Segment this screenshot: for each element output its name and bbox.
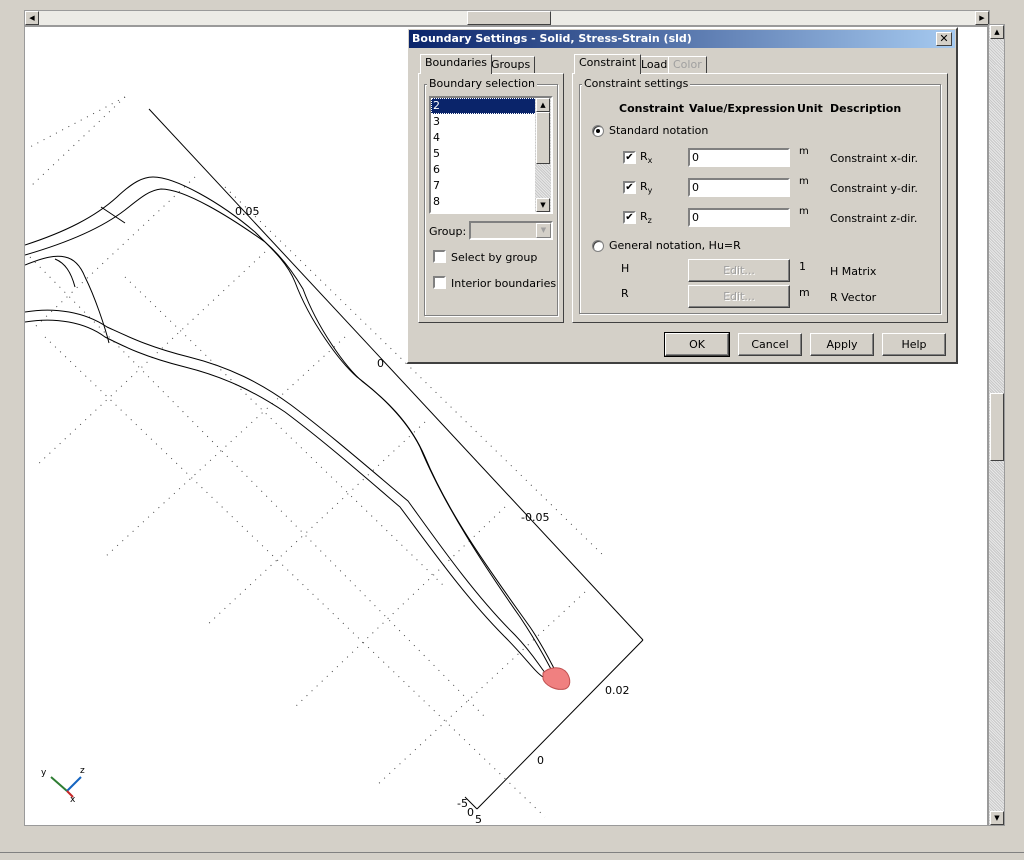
- h-matrix-description: H Matrix: [830, 265, 877, 278]
- scroll-down-icon[interactable]: ▼: [536, 198, 550, 212]
- h-matrix-unit: 1: [799, 260, 806, 273]
- scroll-up-icon[interactable]: ▲: [990, 25, 1004, 39]
- scroll-right-icon[interactable]: ▶: [975, 11, 989, 25]
- constraint-z-description: Constraint z-dir.: [830, 212, 918, 225]
- dialog-title: Boundary Settings - Solid, Stress-Strain…: [412, 32, 692, 45]
- selected-boundary-highlight: [542, 667, 571, 690]
- tick-label: 0: [537, 754, 544, 767]
- help-button[interactable]: Help: [882, 333, 946, 356]
- list-item[interactable]: 6: [431, 162, 551, 178]
- list-item[interactable]: 7: [431, 178, 551, 194]
- status-bar: [0, 852, 1024, 860]
- boundary-settings-dialog: Boundary Settings - Solid, Stress-Strain…: [406, 27, 958, 364]
- horizontal-scroll-thumb[interactable]: [467, 11, 551, 25]
- scroll-left-icon[interactable]: ◀: [25, 11, 39, 25]
- tab-groups[interactable]: Groups: [486, 56, 536, 74]
- list-item[interactable]: 3: [431, 114, 551, 130]
- standard-notation-radio[interactable]: [592, 125, 604, 137]
- vertical-scrollbar[interactable]: ▲ ▼: [988, 24, 1005, 826]
- tab-load[interactable]: Load: [636, 56, 673, 74]
- header-unit: Unit: [797, 102, 823, 115]
- horizontal-scrollbar[interactable]: ◀ ▶: [24, 10, 990, 26]
- tick-label: -0.05: [521, 511, 549, 524]
- apply-button[interactable]: Apply: [810, 333, 874, 356]
- boundary-selection-label: Boundary selection: [427, 77, 537, 90]
- r-vector-unit: m: [799, 286, 810, 299]
- interior-boundaries-checkbox[interactable]: [433, 276, 446, 289]
- constraint-x-input[interactable]: 0: [688, 148, 790, 167]
- constraint-x-unit: m: [799, 146, 809, 157]
- r-vector-description: R Vector: [830, 291, 877, 304]
- general-notation-radio[interactable]: [592, 240, 604, 252]
- constraint-settings-label: Constraint settings: [582, 77, 691, 90]
- list-item[interactable]: 4: [431, 130, 551, 146]
- select-by-group-checkbox[interactable]: [433, 250, 446, 263]
- list-item[interactable]: 2: [431, 98, 551, 114]
- constraint-z-unit: m: [799, 206, 809, 217]
- header-constraint: Constraint: [619, 102, 684, 115]
- constraint-x-name: Rx: [640, 150, 653, 165]
- constraint-y-checkbox[interactable]: ✔: [623, 181, 636, 194]
- svg-text:z: z: [80, 766, 85, 776]
- constraint-x-checkbox[interactable]: ✔: [623, 151, 636, 164]
- constraint-z-name: Rz: [640, 210, 652, 225]
- edit-h-button: Edit...: [688, 259, 790, 282]
- list-item[interactable]: 5: [431, 146, 551, 162]
- tick-label: 0.05: [235, 205, 260, 218]
- svg-text:x: x: [70, 795, 76, 805]
- interior-boundaries-label: Interior boundaries: [451, 277, 557, 290]
- header-description: Description: [830, 102, 902, 115]
- tick-label: 0.02: [605, 684, 630, 697]
- tab-color: Color: [668, 56, 707, 74]
- svg-text:y: y: [41, 768, 47, 778]
- ok-button[interactable]: OK: [664, 332, 730, 357]
- constraint-y-description: Constraint y-dir.: [830, 182, 918, 195]
- vertical-scroll-thumb[interactable]: [990, 393, 1004, 461]
- group-label: Group:: [429, 225, 467, 238]
- constraint-z-input[interactable]: 0: [688, 208, 790, 227]
- listbox-scrollbar[interactable]: ▲ ▼: [535, 98, 551, 212]
- list-item[interactable]: 9: [431, 210, 551, 212]
- constraint-z-checkbox[interactable]: ✔: [623, 211, 636, 224]
- constraint-y-name: Ry: [640, 180, 653, 195]
- constraint-panel: Constraint settings Constraint Value/Exp…: [572, 73, 948, 323]
- listbox-scroll-thumb[interactable]: [536, 112, 550, 164]
- constraint-y-unit: m: [799, 176, 809, 187]
- boundaries-panel: Boundary selection 2 3 4 5 6 7 8 9 10 ▲ …: [418, 73, 564, 323]
- tab-boundaries[interactable]: Boundaries: [420, 54, 493, 74]
- header-value: Value/Expression: [689, 102, 796, 115]
- axes-triad-icon: y z x: [41, 766, 85, 805]
- dialog-title-bar[interactable]: Boundary Settings - Solid, Stress-Strain…: [409, 30, 955, 48]
- scroll-down-icon[interactable]: ▼: [990, 811, 1004, 825]
- group-select[interactable]: ▼: [469, 221, 553, 240]
- r-vector-name: R: [621, 287, 629, 300]
- close-icon[interactable]: ✕: [936, 32, 952, 46]
- chevron-down-icon[interactable]: ▼: [536, 223, 551, 238]
- tick-label: 0: [377, 357, 384, 370]
- constraint-y-input[interactable]: 0: [688, 178, 790, 197]
- constraint-x-description: Constraint x-dir.: [830, 152, 919, 165]
- edit-r-button: Edit...: [688, 285, 790, 308]
- tick-label: 0: [467, 806, 474, 819]
- tab-constraint[interactable]: Constraint: [574, 54, 642, 74]
- cancel-button[interactable]: Cancel: [738, 333, 802, 356]
- boundary-listbox[interactable]: 2 3 4 5 6 7 8 9 10 ▲ ▼: [429, 96, 553, 214]
- standard-notation-label: Standard notation: [609, 124, 709, 137]
- general-notation-label: General notation, Hu=R: [609, 239, 741, 252]
- list-item[interactable]: 8: [431, 194, 551, 210]
- tick-label: 5: [475, 813, 482, 826]
- select-by-group-label: Select by group: [451, 251, 538, 264]
- scroll-up-icon[interactable]: ▲: [536, 98, 550, 112]
- h-matrix-name: H: [621, 262, 630, 275]
